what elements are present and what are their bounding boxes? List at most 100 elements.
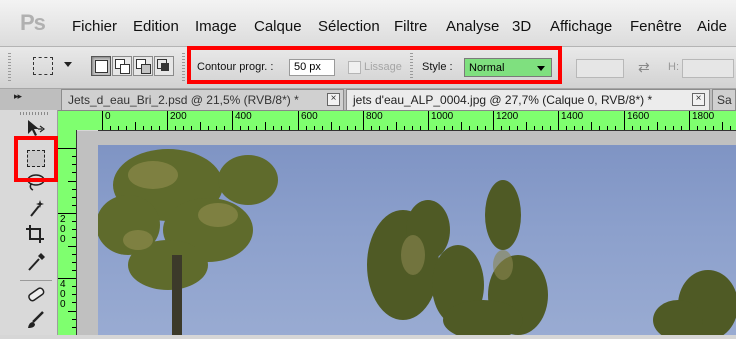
- ruler-minor-tick: [461, 122, 462, 130]
- vertical-ruler[interactable]: 200400: [58, 130, 77, 335]
- ruler-minor-tick: [72, 270, 76, 271]
- ruler-minor-tick: [412, 126, 413, 130]
- ruler-minor-tick: [387, 126, 388, 130]
- healing-brush-tool-icon[interactable]: [22, 284, 50, 310]
- tab-document-2[interactable]: jets d'eau_ALP_0004.jpg @ 27,7% (Calque …: [346, 89, 710, 110]
- ruler-minor-tick: [224, 126, 225, 130]
- ruler-minor-tick: [665, 126, 666, 130]
- horizontal-ruler[interactable]: 0 200 400 600 800 1000 1200 1400 1600 1800: [98, 111, 736, 131]
- ruler-label: 0: [105, 111, 111, 122]
- ruler-minor-tick: [339, 126, 340, 130]
- rectangular-marquee-preset-icon[interactable]: [33, 57, 53, 75]
- width-input[interactable]: [576, 59, 624, 78]
- menu-analyse[interactable]: Analyse: [446, 18, 499, 35]
- ruler-minor-tick: [566, 126, 567, 130]
- ruler-minor-tick: [379, 126, 380, 130]
- trees-photo: [98, 149, 736, 335]
- swap-dimensions-icon[interactable]: ⇄: [638, 59, 650, 76]
- ruler-minor-tick: [713, 126, 714, 130]
- ruler-minor-tick: [347, 126, 348, 130]
- ruler-minor-tick: [256, 126, 257, 130]
- ruler-minor-tick: [72, 262, 76, 263]
- eyedropper-tool-icon[interactable]: [22, 252, 50, 278]
- ruler-minor-tick: [68, 311, 76, 312]
- ruler-minor-tick: [640, 126, 641, 130]
- ruler-minor-tick: [574, 126, 575, 130]
- ruler-minor-tick: [615, 126, 616, 130]
- ruler-minor-tick: [135, 122, 136, 130]
- ruler-minor-tick: [72, 229, 76, 230]
- height-input[interactable]: [682, 59, 734, 78]
- intersect-selection-icon-b: [161, 63, 169, 71]
- ruler-minor-tick: [591, 122, 592, 130]
- document-canvas[interactable]: [98, 145, 736, 335]
- ruler-minor-tick: [72, 254, 76, 255]
- menu-affichage[interactable]: Affichage: [550, 18, 612, 35]
- ruler-minor-tick: [355, 126, 356, 130]
- ruler-minor-tick: [72, 327, 76, 328]
- ruler-minor-tick: [159, 126, 160, 130]
- ruler-minor-tick: [72, 302, 76, 303]
- options-bar-grip[interactable]: [8, 53, 11, 81]
- ruler-minor-tick: [436, 126, 437, 130]
- ruler-minor-tick: [477, 126, 478, 130]
- ruler-major-tick: [102, 111, 103, 130]
- ruler-major-tick: [624, 111, 625, 130]
- subtract-from-selection-button[interactable]: [133, 56, 153, 76]
- ruler-minor-tick: [485, 126, 486, 130]
- tab-label: Sa: [717, 93, 732, 107]
- menu-selection[interactable]: Sélection: [318, 18, 380, 35]
- ruler-label: 1600: [627, 111, 650, 122]
- ruler-minor-tick: [501, 126, 502, 130]
- menu-aide[interactable]: Aide: [697, 18, 727, 35]
- ruler-minor-tick: [722, 122, 723, 130]
- preset-picker-arrow-icon[interactable]: [64, 62, 72, 67]
- ruler-minor-tick: [72, 319, 76, 320]
- ruler-minor-tick: [469, 126, 470, 130]
- menu-bar: Ps Fichier Edition Image Calque Sélectio…: [0, 0, 736, 47]
- add-to-selection-button[interactable]: [112, 56, 132, 76]
- ruler-label: 200: [170, 111, 187, 122]
- brush-tool-icon[interactable]: [22, 310, 50, 336]
- ruler-minor-tick: [542, 126, 543, 130]
- menu-filtre[interactable]: Filtre: [394, 18, 427, 35]
- tab-document-1[interactable]: Jets_d_eau_Bri_2.psd @ 21,5% (RVB/8*) * …: [61, 89, 344, 110]
- menu-fichier[interactable]: Fichier: [72, 18, 117, 35]
- ruler-minor-tick: [151, 126, 152, 130]
- menu-calque[interactable]: Calque: [254, 18, 302, 35]
- ruler-minor-tick: [281, 126, 282, 130]
- ruler-minor-tick: [72, 286, 76, 287]
- ruler-label: 1000: [431, 111, 454, 122]
- ruler-minor-tick: [72, 189, 76, 190]
- ruler-minor-tick: [396, 122, 397, 130]
- tab-document-3[interactable]: Sa: [712, 89, 736, 110]
- ruler-minor-tick: [420, 126, 421, 130]
- options-highlight-box: [187, 46, 562, 84]
- ruler-corner[interactable]: [58, 111, 98, 130]
- menu-image[interactable]: Image: [195, 18, 237, 35]
- close-icon[interactable]: ×: [327, 93, 340, 106]
- ruler-minor-tick: [632, 126, 633, 130]
- panel-expand-icon[interactable]: ▸▸: [14, 91, 22, 102]
- ruler-minor-tick: [68, 181, 76, 182]
- ruler-minor-tick: [452, 126, 453, 130]
- ruler-minor-tick: [534, 126, 535, 130]
- crop-tool-icon[interactable]: [22, 224, 50, 250]
- marquee-tool-highlight-box: [14, 136, 58, 182]
- magic-wand-tool-icon[interactable]: [22, 198, 50, 224]
- menu-edition[interactable]: Edition: [133, 18, 179, 35]
- new-selection-button[interactable]: [91, 56, 111, 76]
- menu-fenetre[interactable]: Fenêtre: [630, 18, 682, 35]
- intersect-selection-button[interactable]: [154, 56, 174, 76]
- close-icon[interactable]: ×: [692, 93, 705, 106]
- menu-3d[interactable]: 3D: [512, 18, 531, 35]
- toolbox-grip[interactable]: [20, 112, 50, 115]
- ruler-minor-tick: [673, 126, 674, 130]
- ruler-minor-tick: [68, 246, 76, 247]
- add-selection-icon-b: [120, 64, 130, 74]
- ruler-minor-tick: [705, 126, 706, 130]
- ruler-minor-tick: [72, 156, 76, 157]
- tab-label: Jets_d_eau_Bri_2.psd @ 21,5% (RVB/8*) *: [68, 93, 299, 107]
- subtract-selection-icon-b: [141, 64, 151, 74]
- ruler-minor-tick: [72, 164, 76, 165]
